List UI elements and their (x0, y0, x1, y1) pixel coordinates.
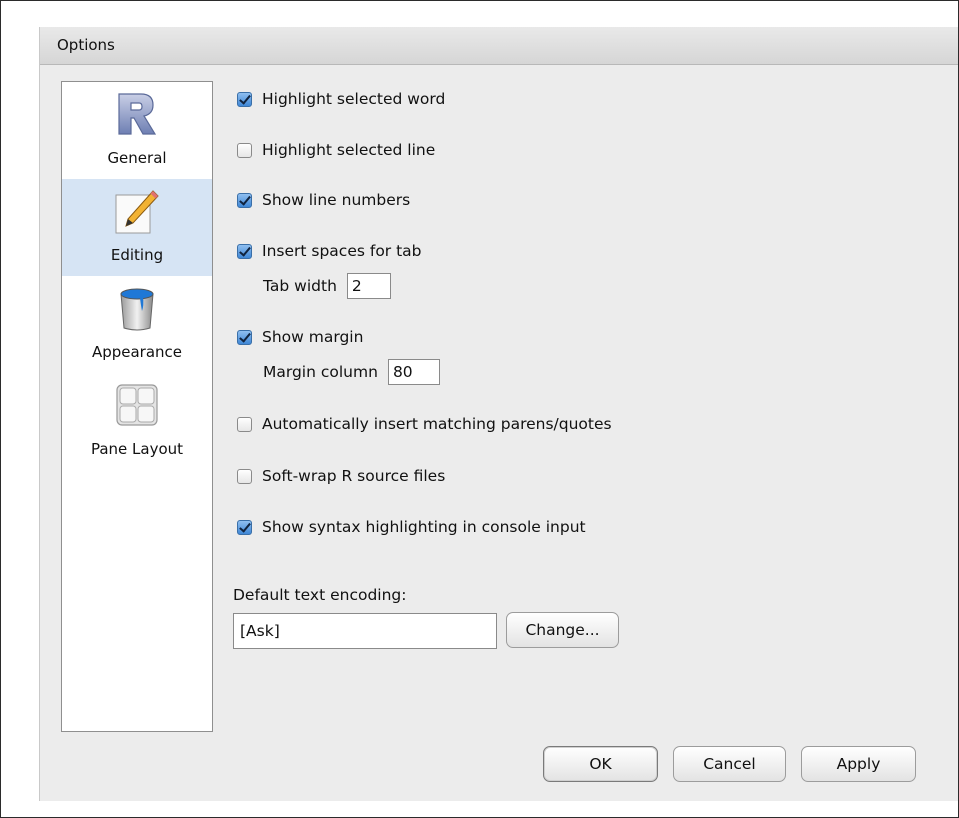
tab-width-input[interactable]: 2 (346, 273, 391, 299)
option-label: Show syntax highlighting in console inpu… (262, 518, 586, 536)
tab-width-row: Tab width 2 (263, 273, 391, 299)
sidebar-item-label: General (107, 149, 167, 167)
highlight-word-checkbox[interactable] (237, 91, 252, 107)
cancel-button[interactable]: Cancel (673, 746, 786, 782)
title-bar[interactable]: Options (40, 27, 958, 65)
margin-column-label: Margin column (263, 363, 378, 381)
syntax-console-checkbox[interactable] (237, 519, 252, 535)
sidebar-item-pane-layout[interactable]: Pane Layout (62, 373, 212, 470)
screenshot-frame: Options General Editing Appearance Pane … (0, 0, 959, 818)
sidebar-item-appearance[interactable]: Appearance (62, 276, 212, 373)
option-label: Show margin (262, 328, 364, 346)
margin-column-row: Margin column 80 (263, 359, 440, 385)
apply-button[interactable]: Apply (801, 746, 916, 782)
margin-column-input[interactable]: 80 (387, 359, 440, 385)
options-dialog: Options General Editing Appearance Pane … (39, 27, 958, 801)
line-numbers-option[interactable]: Show line numbers (237, 189, 410, 211)
dialog-title: Options (57, 36, 115, 54)
ok-button[interactable]: OK (543, 746, 658, 782)
sidebar-item-label: Pane Layout (90, 440, 184, 458)
pencil-icon (115, 190, 159, 234)
pane-grid-icon (116, 384, 158, 426)
option-label: Insert spaces for tab (262, 242, 422, 260)
soft-wrap-option[interactable]: Soft-wrap R source files (237, 465, 445, 487)
sidebar-item-label: Editing (110, 246, 164, 264)
tab-width-label: Tab width (263, 277, 337, 295)
auto-parens-option[interactable]: Automatically insert matching parens/quo… (237, 413, 612, 435)
spaces-for-tab-checkbox[interactable] (237, 243, 252, 259)
option-label: Show line numbers (262, 191, 411, 209)
highlight-line-option[interactable]: Highlight selected line (237, 139, 435, 161)
sidebar-item-editing[interactable]: Editing (62, 179, 212, 276)
show-margin-option[interactable]: Show margin (237, 326, 363, 348)
paint-bucket-icon (120, 288, 154, 331)
sidebar-item-label: Appearance (91, 343, 183, 361)
syntax-console-option[interactable]: Show syntax highlighting in console inpu… (237, 516, 586, 538)
highlight-line-checkbox[interactable] (237, 142, 252, 158)
option-label: Automatically insert matching parens/quo… (262, 415, 612, 433)
option-label: Highlight selected line (262, 141, 436, 159)
sidebar-item-general[interactable]: General (62, 82, 212, 179)
line-numbers-checkbox[interactable] (237, 192, 252, 208)
r-logo-icon (118, 93, 157, 135)
change-encoding-button[interactable]: Change... (506, 612, 619, 648)
options-sidebar: General Editing Appearance Pane Layout (61, 81, 213, 732)
option-label: Highlight selected word (262, 90, 446, 108)
show-margin-checkbox[interactable] (237, 329, 252, 345)
encoding-field[interactable]: [Ask] (233, 613, 497, 649)
option-label: Soft-wrap R source files (262, 467, 446, 485)
encoding-label: Default text encoding: (233, 586, 407, 604)
highlight-word-option[interactable]: Highlight selected word (237, 88, 445, 110)
auto-parens-checkbox[interactable] (237, 416, 252, 432)
soft-wrap-checkbox[interactable] (237, 468, 252, 484)
spaces-for-tab-option[interactable]: Insert spaces for tab (237, 240, 422, 262)
